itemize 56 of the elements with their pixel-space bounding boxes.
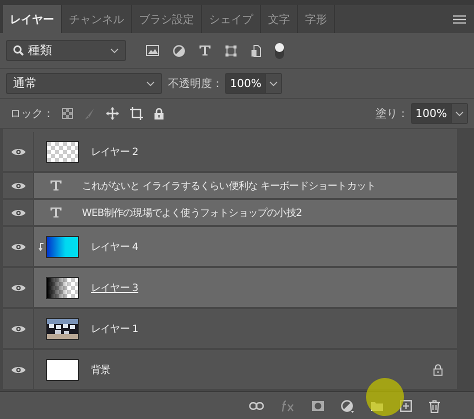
eye-icon[interactable] (10, 208, 26, 218)
opacity-label: 不透明度： (168, 76, 223, 91)
blank-thumbnail (46, 358, 79, 380)
layer-row[interactable]: 背景 (3, 350, 457, 391)
gradient-thumbnail (46, 236, 79, 258)
lock-label: ロック： (10, 106, 54, 121)
layer-name: 背景 (91, 364, 110, 376)
link-icon[interactable] (249, 402, 264, 410)
filter-dropdown[interactable]: 種類 (6, 40, 126, 61)
text-layer-icon (50, 180, 62, 191)
menu-icon[interactable] (453, 14, 466, 24)
eye-icon[interactable] (10, 282, 26, 292)
chevron-icon (110, 48, 119, 54)
eye-icon[interactable] (10, 242, 26, 252)
eye-icon[interactable] (10, 324, 26, 334)
layer-row[interactable]: レイヤー 1 (3, 309, 457, 350)
layer-name: レイヤー 2 (91, 146, 138, 158)
fade-thumbnail (46, 276, 79, 298)
layer-name: これがないと イライラするくらい便利な キーボードショートカット (82, 180, 376, 192)
layer-row[interactable]: これがないと イライラするくらい便利な キーボードショートカット (3, 173, 457, 200)
layer-row[interactable]: WEB制作の現場でよく使うフォトショップの小技2 (3, 200, 457, 227)
eye-icon[interactable] (10, 146, 26, 156)
panel-tab[interactable]: レイヤー (3, 5, 62, 33)
image-filter-icon[interactable] (146, 45, 159, 56)
filter-toggle[interactable] (275, 42, 284, 58)
layer-name: WEB制作の現場でよく使うフォトショップの小技2 (82, 206, 302, 220)
chevron-icon (455, 110, 464, 116)
chevron-icon (269, 80, 278, 86)
layer-row[interactable]: レイヤー 2 (3, 132, 457, 173)
adjustment-filter-icon[interactable] (173, 44, 185, 56)
checker-icon[interactable] (62, 108, 73, 119)
layer-row[interactable]: レイヤー 3 (3, 268, 457, 309)
move-icon[interactable] (106, 107, 119, 120)
layer-name: レイヤー 1 (91, 322, 138, 336)
adjustment-icon[interactable] (341, 400, 354, 412)
fill-field[interactable]: 100% (410, 103, 468, 124)
smart-object-filter-icon[interactable] (251, 44, 261, 56)
eye-icon[interactable] (10, 364, 26, 374)
mask-icon[interactable] (312, 401, 324, 411)
type-filter-icon[interactable] (199, 45, 211, 56)
search-icon (13, 45, 24, 56)
lock-icon[interactable] (154, 108, 164, 120)
opacity-field[interactable]: 100% (225, 73, 282, 94)
fill-label: 塗り： (376, 106, 409, 121)
trash-icon[interactable] (429, 400, 440, 412)
blend-mode-dropdown[interactable]: 通常 (6, 73, 162, 94)
crop-icon[interactable] (130, 107, 143, 120)
chevron-icon (146, 80, 155, 86)
layer-name: レイヤー 3 (91, 282, 138, 294)
scrollbar-track[interactable] (457, 129, 474, 391)
eye-icon[interactable] (10, 180, 26, 190)
layer-name: レイヤー 4 (91, 240, 138, 254)
layer-row[interactable]: レイヤー 4 (3, 227, 457, 268)
text-layer-icon (50, 207, 62, 218)
shape-filter-icon[interactable] (225, 44, 237, 56)
transparent-thumbnail (46, 140, 79, 162)
